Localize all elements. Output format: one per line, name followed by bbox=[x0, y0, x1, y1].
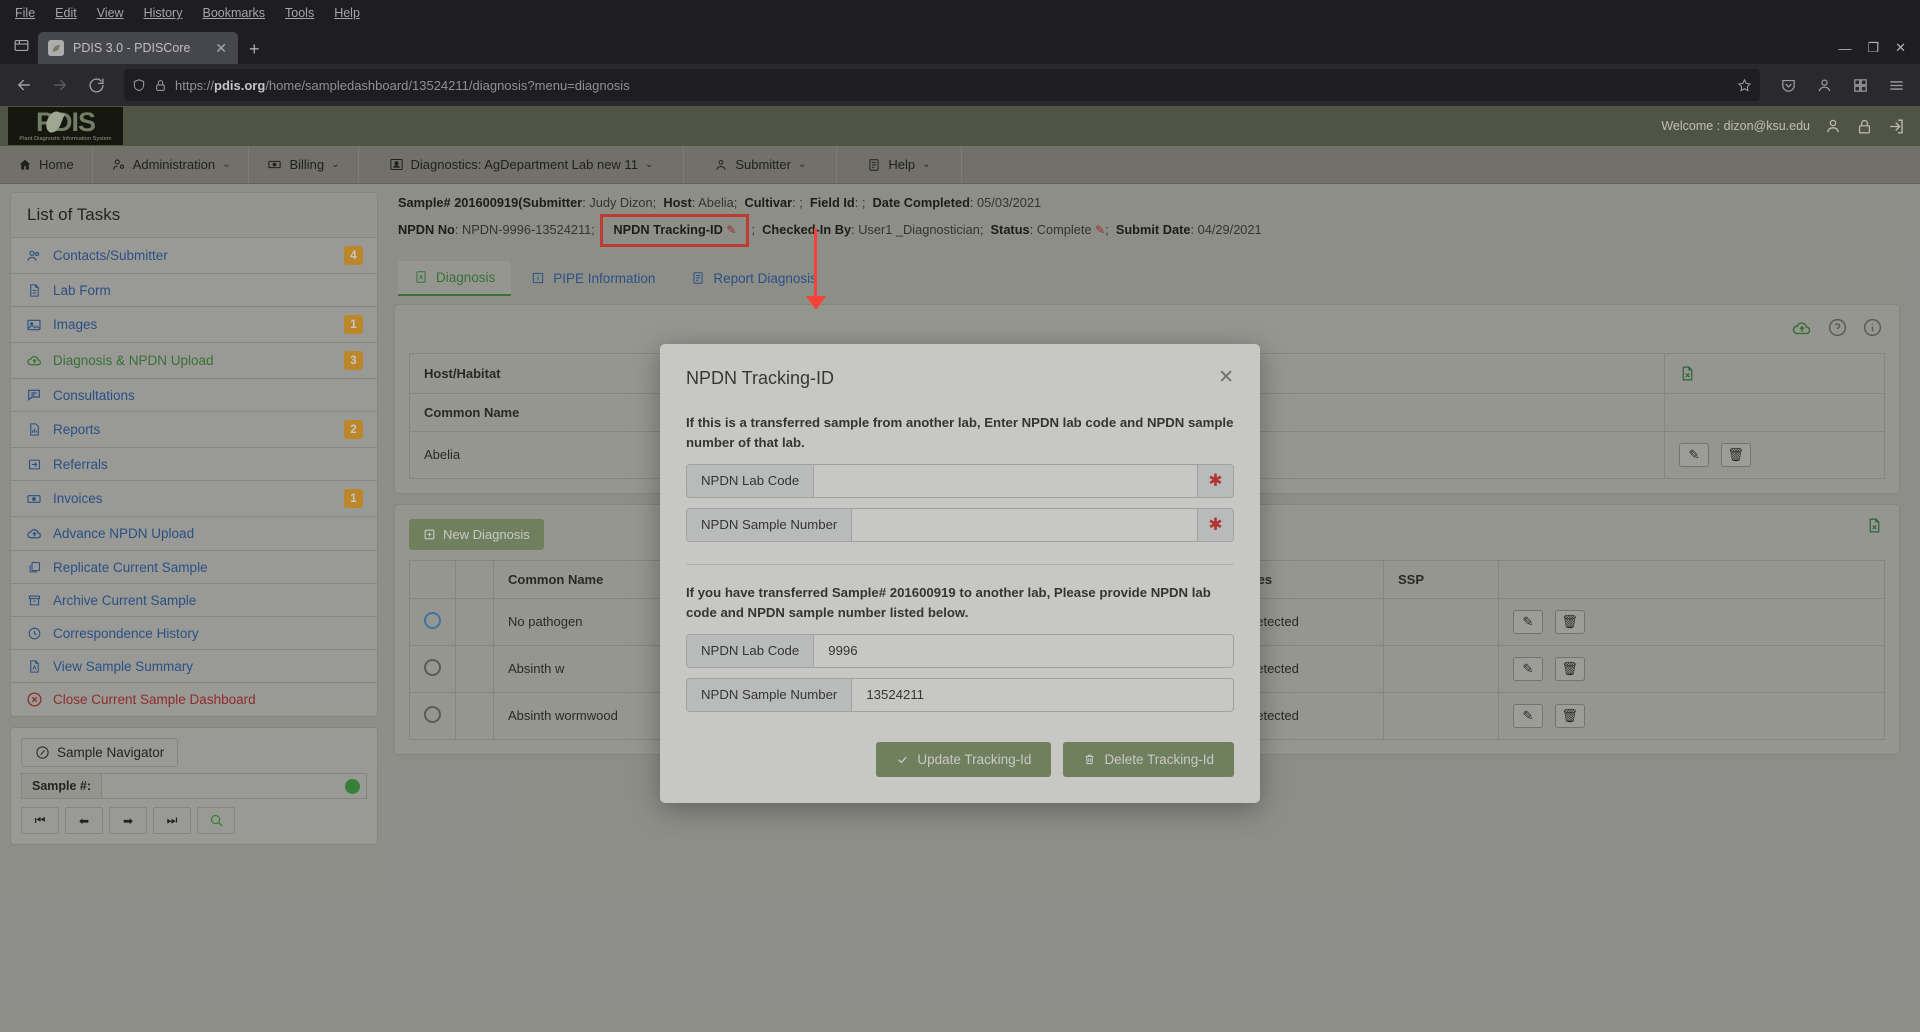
modal-overlay[interactable] bbox=[0, 0, 1920, 1032]
annotation-arrow-line bbox=[814, 228, 817, 298]
annotation-arrow-head bbox=[806, 296, 826, 310]
